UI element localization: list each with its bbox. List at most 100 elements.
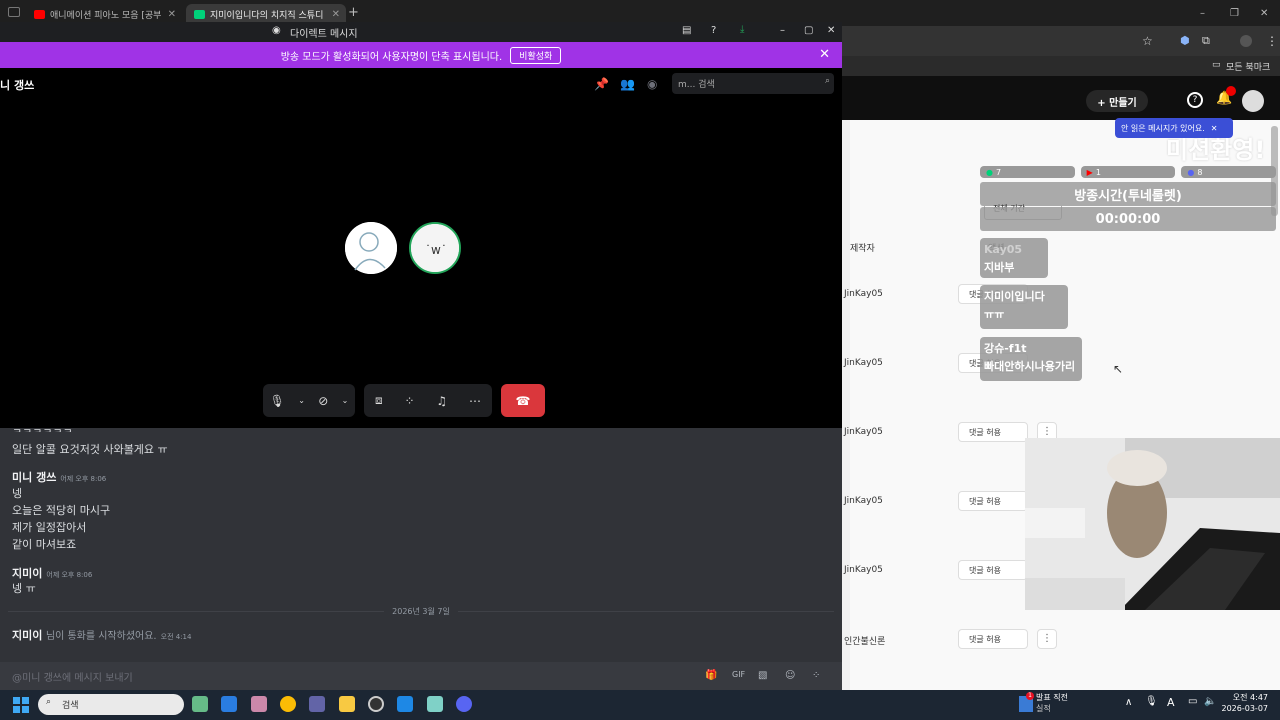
discord-icon[interactable] bbox=[456, 696, 472, 712]
comment-select[interactable]: 댓글 허용 bbox=[958, 422, 1028, 442]
more-icon[interactable]: ⋯ bbox=[469, 394, 481, 408]
search-input[interactable]: m... 검색 ⌕ bbox=[672, 73, 834, 94]
row-creator: JinKay05 bbox=[844, 496, 883, 506]
streamer-mode-banner: 방송 모드가 활성화되어 사용자명이 단축 표시됩니다. 비활성화 ✕ bbox=[0, 42, 842, 68]
close-icon[interactable]: ✕ bbox=[1211, 124, 1218, 133]
comment-select[interactable]: 댓글 허용 bbox=[958, 560, 1028, 580]
more-options-button[interactable]: ⋮ bbox=[1037, 629, 1057, 649]
network-icon[interactable]: ▭ bbox=[1188, 696, 1197, 707]
inbox-icon[interactable]: ▤ bbox=[682, 25, 691, 36]
window-title: 다이렉트 메시지 bbox=[290, 29, 358, 40]
message-author[interactable]: 미니 갱쓰 bbox=[12, 471, 56, 484]
microphone-icon[interactable]: 🎙 bbox=[1145, 696, 1158, 707]
windows-start-icon[interactable] bbox=[13, 697, 29, 713]
download-icon[interactable]: ⤓ bbox=[740, 24, 744, 35]
chrome-icon[interactable] bbox=[280, 696, 296, 712]
gif-icon[interactable]: GIF bbox=[732, 670, 745, 679]
message-header: 지미이 어제 오후 8:06 bbox=[12, 565, 92, 581]
chevron-down-icon[interactable]: ⌄ bbox=[298, 396, 305, 405]
count-value: 7 bbox=[995, 167, 1002, 177]
soundboard-icon[interactable]: ♫ bbox=[436, 394, 447, 408]
studio-header: ? 🔔 bbox=[842, 76, 1280, 120]
add-friend-icon[interactable]: 👥 bbox=[620, 77, 635, 91]
tab-label: 애니메이션 피아노 모음 [공부 bbox=[50, 10, 162, 21]
maximize-icon[interactable]: ▢ bbox=[804, 25, 813, 36]
star-icon[interactable]: ☆ bbox=[1142, 34, 1153, 48]
help-icon[interactable]: ? bbox=[1187, 92, 1203, 108]
message-author[interactable]: 지미이 bbox=[12, 629, 42, 642]
composer-placeholder: @미니 갱쓰에 메시지 보내기 bbox=[12, 672, 133, 684]
tab-youtube[interactable]: 애니메이션 피아노 모음 [공부 ✕ bbox=[26, 4, 182, 24]
mail-icon[interactable] bbox=[221, 696, 237, 712]
notepad-icon[interactable] bbox=[427, 696, 443, 712]
message-timestamp: 오전 4:14 bbox=[160, 633, 192, 641]
apps-icon[interactable]: ⁘ bbox=[812, 670, 820, 681]
unread-toast[interactable]: 안 읽은 메시지가 있어요. ✕ bbox=[1115, 118, 1233, 138]
audio-video-controls: 🎙 ⌄ ⊘ ⌄ bbox=[263, 384, 355, 417]
chat-bubble: Kay05 지바부 bbox=[980, 238, 1048, 278]
message-input[interactable]: @미니 갱쓰에 메시지 보내기 🎁 GIF ▧ ☺ ⁘ bbox=[0, 662, 842, 690]
app-icon[interactable] bbox=[397, 696, 413, 712]
create-button[interactable]: + 만들기 bbox=[1086, 90, 1148, 112]
row-creator: JinKay05 bbox=[844, 427, 883, 437]
avatar[interactable]: ˙w˙ bbox=[409, 222, 461, 274]
end-call-button[interactable]: ☎ bbox=[501, 384, 545, 417]
chevron-up-icon[interactable]: ∧ bbox=[1125, 697, 1132, 708]
clock[interactable]: 오전 4:47 2026-03-07 bbox=[1222, 692, 1269, 714]
minimize-icon[interactable]: – bbox=[1200, 8, 1205, 19]
sticker-icon[interactable]: ▧ bbox=[758, 670, 767, 681]
avatar[interactable] bbox=[1242, 90, 1264, 112]
minimize-icon[interactable]: – bbox=[780, 25, 785, 36]
profile-icon[interactable]: ◉ bbox=[647, 77, 657, 91]
unread-toast-text: 안 읽은 메시지가 있어요. bbox=[1121, 123, 1205, 133]
count-badge: ● 8 bbox=[1181, 166, 1277, 178]
count-badge: ▶ 1 bbox=[1080, 166, 1176, 178]
chat-text: 지바부 bbox=[984, 261, 1015, 274]
close-window-icon[interactable]: ✕ bbox=[1260, 8, 1268, 19]
camera-off-icon[interactable]: ⊘ bbox=[318, 394, 328, 408]
puzzle-icon[interactable]: ⧉ bbox=[1202, 34, 1210, 48]
teams-icon[interactable] bbox=[309, 696, 325, 712]
disable-button[interactable]: 비활성화 bbox=[510, 46, 562, 64]
all-bookmarks[interactable]: 모든 북마크 bbox=[1226, 60, 1270, 73]
profile-avatar[interactable] bbox=[1240, 35, 1252, 47]
maximize-icon[interactable]: ❐ bbox=[1230, 8, 1239, 19]
microphone-icon[interactable]: 🎙 bbox=[270, 394, 285, 408]
avatar[interactable] bbox=[345, 222, 397, 274]
screen-share-icon[interactable]: ⧈ bbox=[375, 393, 383, 408]
copilot-icon[interactable] bbox=[251, 696, 267, 712]
news-widget[interactable]: 발표 직전 실적 bbox=[1036, 692, 1068, 714]
emoji-icon[interactable]: ☺ bbox=[785, 670, 795, 681]
obs-icon[interactable] bbox=[368, 696, 384, 712]
close-window-icon[interactable]: ✕ bbox=[827, 25, 835, 36]
extension-icon[interactable]: ⬢ bbox=[1180, 34, 1190, 47]
file-explorer-icon[interactable] bbox=[339, 696, 355, 712]
row-creator: JinKay05 bbox=[844, 565, 883, 575]
close-icon[interactable]: ✕ bbox=[819, 47, 830, 62]
message-line: 제가 일정잡아서 bbox=[12, 521, 87, 534]
youtube-icon bbox=[34, 9, 45, 19]
volume-icon[interactable]: 🔈 bbox=[1204, 696, 1216, 707]
help-icon[interactable]: ? bbox=[711, 25, 716, 36]
chevron-down-icon[interactable]: ⌄ bbox=[342, 396, 349, 405]
message-author[interactable]: 지미이 bbox=[12, 567, 42, 580]
message-line: ㅋㅋㅋㅋㅋㅋ bbox=[12, 424, 73, 432]
hang-up-icon: ☎ bbox=[515, 393, 531, 408]
close-icon[interactable]: ✕ bbox=[168, 9, 176, 20]
tab-switcher-icon[interactable] bbox=[8, 7, 20, 17]
chat-user: Kay05 bbox=[984, 243, 1023, 256]
comment-select[interactable]: 댓글 허용 bbox=[958, 491, 1028, 511]
activities-icon[interactable]: ⁘ bbox=[404, 394, 414, 408]
gift-icon[interactable]: 🎁 bbox=[705, 670, 717, 681]
new-tab-button[interactable]: + bbox=[348, 5, 359, 20]
comment-select[interactable]: 댓글 허용 bbox=[958, 629, 1028, 649]
close-icon[interactable]: ✕ bbox=[332, 9, 340, 20]
call-title: 니 갱쓰 bbox=[0, 79, 35, 92]
pin-icon[interactable]: 📌 bbox=[594, 77, 609, 91]
date-separator: 2026년 3월 7일 bbox=[0, 606, 842, 616]
taskbar-search[interactable]: ⌕ 검색 bbox=[38, 694, 184, 715]
widgets-icon[interactable] bbox=[192, 696, 208, 712]
ime-icon[interactable]: A bbox=[1167, 696, 1175, 709]
menu-icon[interactable]: ⋮ bbox=[1266, 34, 1278, 48]
tab-chzzk-studio[interactable]: 지미이입니다의 치지직 스튜디 ✕ bbox=[186, 4, 346, 24]
